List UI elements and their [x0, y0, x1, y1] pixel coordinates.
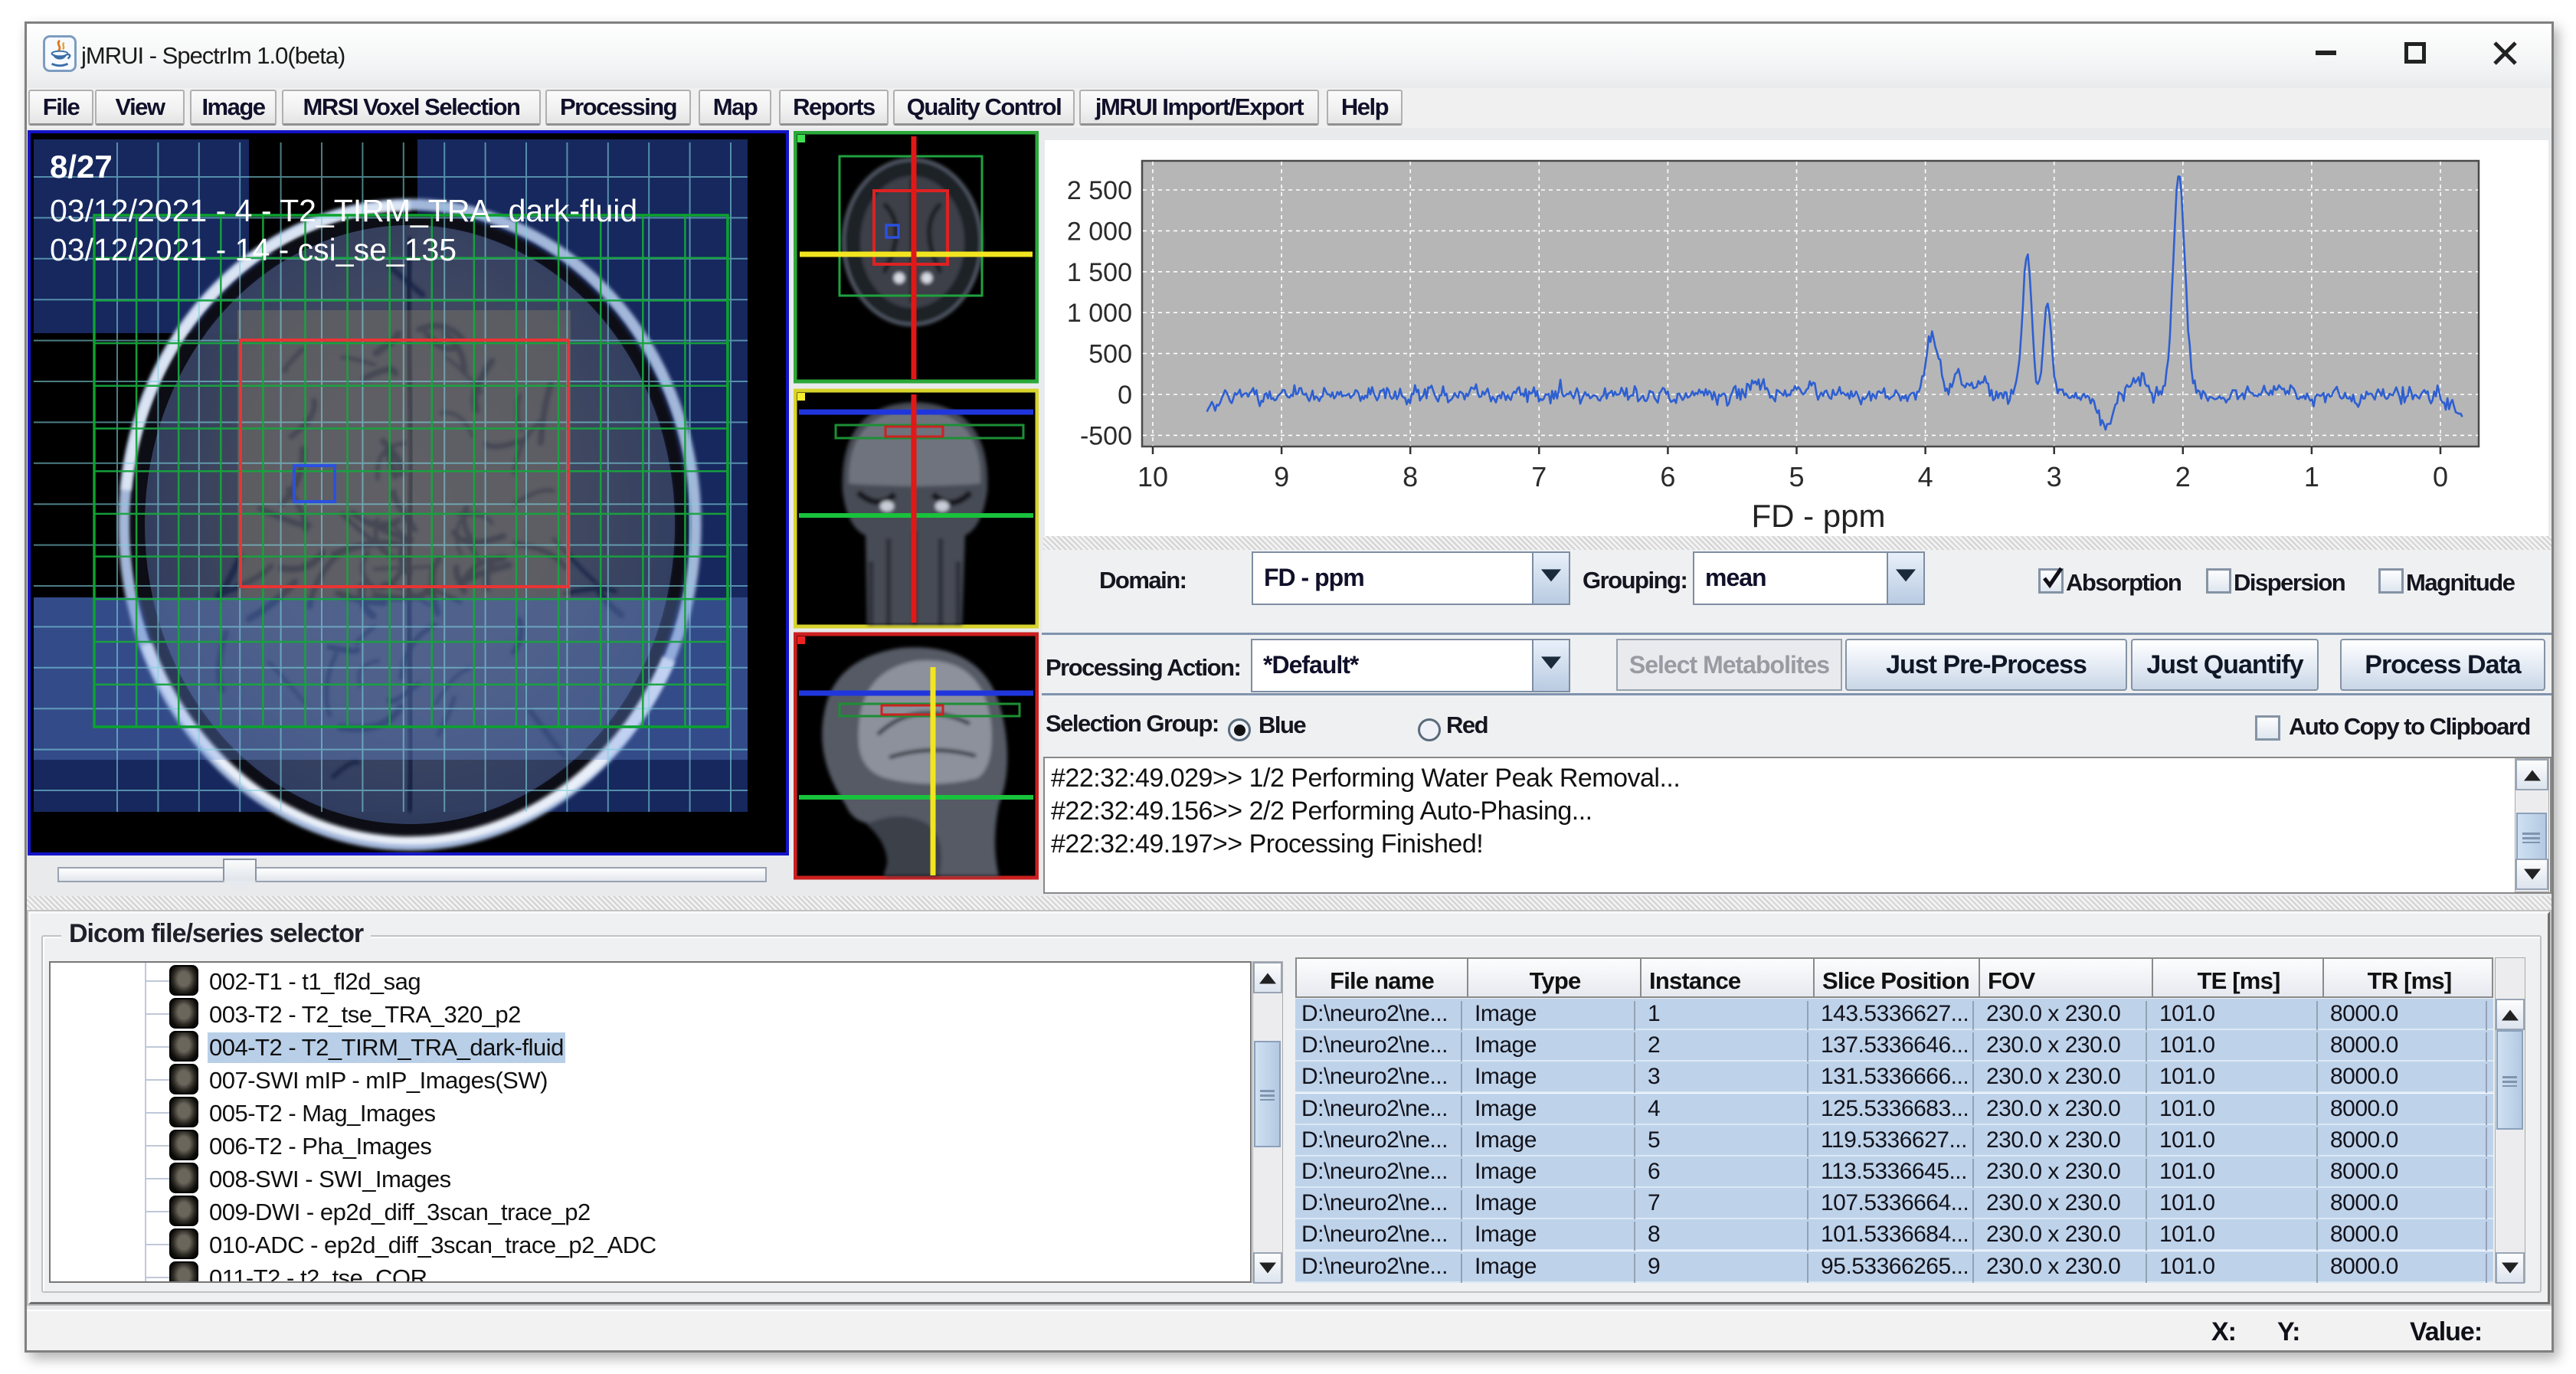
svg-text:8: 8 [1403, 461, 1418, 492]
svg-text:1 000: 1 000 [1067, 299, 1132, 328]
svg-text:0: 0 [2433, 461, 2448, 492]
svg-text:9: 9 [1274, 461, 1289, 492]
svg-text:0: 0 [1118, 381, 1132, 410]
svg-text:1 500: 1 500 [1067, 258, 1132, 287]
svg-text:10: 10 [1137, 461, 1168, 492]
svg-text:2 000: 2 000 [1067, 217, 1132, 246]
svg-text:03/12/2021 - 14 - csi_se_135: 03/12/2021 - 14 - csi_se_135 [50, 232, 457, 267]
svg-text:5: 5 [1789, 461, 1804, 492]
svg-text:2: 2 [2175, 461, 2191, 492]
svg-text:500: 500 [1088, 340, 1132, 369]
svg-text:3: 3 [2047, 461, 2062, 492]
svg-text:-500: -500 [1080, 421, 1132, 450]
svg-text:7: 7 [1531, 461, 1547, 492]
svg-text:8/27: 8/27 [50, 149, 113, 185]
svg-text:FD - ppm: FD - ppm [1751, 498, 1885, 534]
svg-text:4: 4 [1918, 461, 1933, 492]
svg-text:03/12/2021 - 4 - T2_TIRM_TRA_d: 03/12/2021 - 4 - T2_TIRM_TRA_dark-fluid [50, 193, 637, 228]
svg-text:2 500: 2 500 [1067, 176, 1132, 205]
svg-text:1: 1 [2304, 461, 2319, 492]
svg-text:6: 6 [1660, 461, 1675, 492]
